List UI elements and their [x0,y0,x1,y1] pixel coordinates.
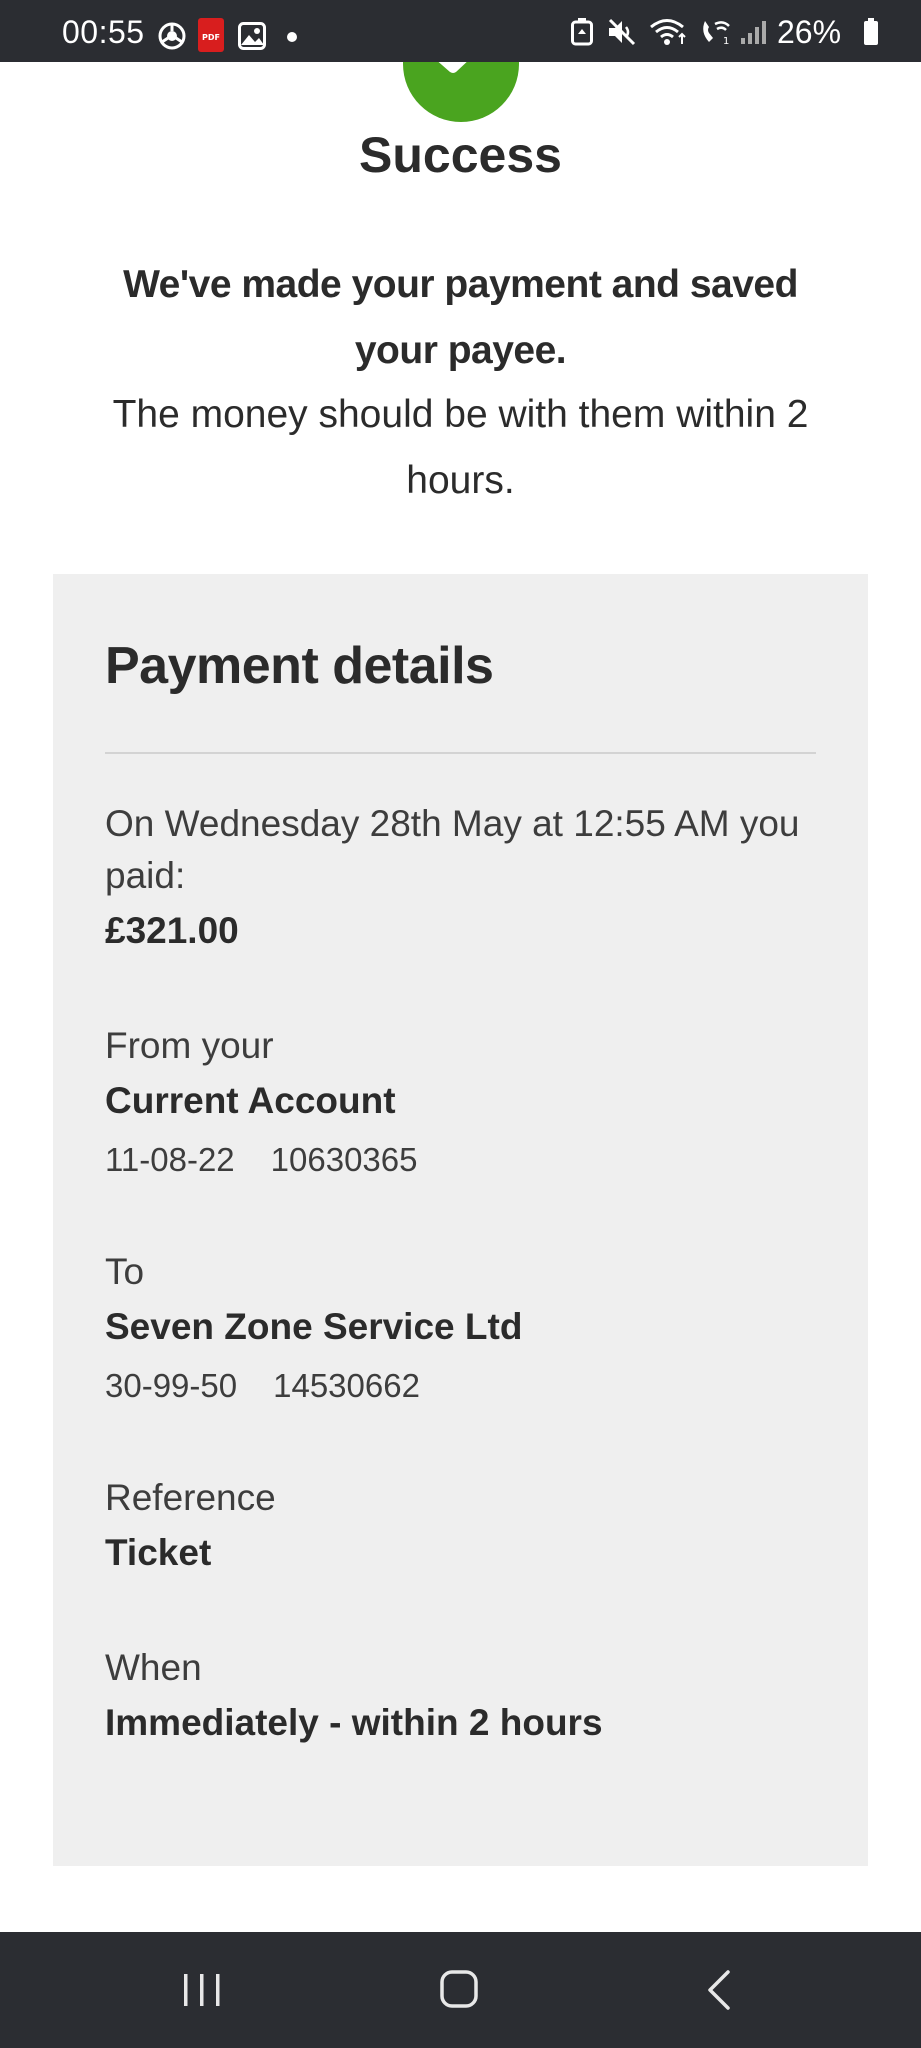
from-account-number: 10630365 [270,1141,418,1178]
navigation-bar [0,1932,921,2048]
chrome-icon [158,22,186,55]
signal-icon [739,18,767,51]
reference: Reference Ticket [105,1472,816,1582]
timing: When Immediately - within 2 hours [105,1642,816,1752]
screen: 00:55 PDF 1 26% Success We've made your … [0,0,921,2048]
payee-name: Seven Zone Service Ltd [105,1306,523,1347]
to-account-number: 14530662 [273,1367,420,1404]
home-button[interactable] [420,1960,500,2020]
mute-icon [607,18,637,51]
from-account: From your Current Account 11-08-22 106303… [105,1020,816,1190]
recycle-icon [571,18,593,51]
payment-details-panel: Payment details On Wednesday 28th May at… [53,574,868,1866]
paid-label: On Wednesday 28th May at 12:55 AM you pa… [105,803,800,896]
back-icon [708,1970,730,2010]
pdf-icon: PDF [198,18,224,57]
reference-value: Ticket [105,1532,212,1573]
back-button[interactable] [680,1960,760,2020]
amount-paid: £321.00 [105,910,239,951]
svg-text:1: 1 [723,36,729,46]
payment-details-title: Payment details [105,637,494,695]
from-sort-code: 11-08-22 [105,1141,235,1178]
home-icon [440,1970,478,2008]
payment-confirmation-message: We've made your payment and saved your p… [123,263,798,372]
from-account-name: Current Account [105,1080,396,1121]
from-label: From your [105,1025,274,1066]
system-status-icons: 1 26% [571,14,901,51]
battery-percent: 26% [777,14,842,50]
wifi-icon [649,18,689,51]
to-sort-code: 30-99-50 [105,1367,238,1404]
when-value: Immediately - within 2 hours [105,1702,603,1743]
success-title: Success [359,127,562,183]
when-label: When [105,1647,202,1688]
to-label: To [105,1251,145,1292]
battery-icon [863,18,879,51]
reference-label: Reference [105,1477,276,1518]
wifi-calling-icon: 1 [699,18,733,51]
status-time: 00:55 [62,14,145,50]
to-payee: To Seven Zone Service Ltd 30-99-50 145306… [105,1246,816,1416]
recent-apps-icon [184,1974,220,2006]
payment-summary: On Wednesday 28th May at 12:55 AM you pa… [105,798,816,960]
gallery-icon [238,22,266,55]
svg-text:PDF: PDF [202,33,220,42]
arrival-estimate-message: The money should be with them within 2 h… [112,393,809,502]
from-account-codes: 11-08-22 10630365 [105,1130,816,1190]
divider [105,752,816,754]
recent-apps-button[interactable] [162,1960,242,2020]
dot-icon [286,30,298,48]
status-bar: 00:55 PDF 1 26% [0,0,921,62]
payee-account-codes: 30-99-50 14530662 [105,1356,816,1416]
